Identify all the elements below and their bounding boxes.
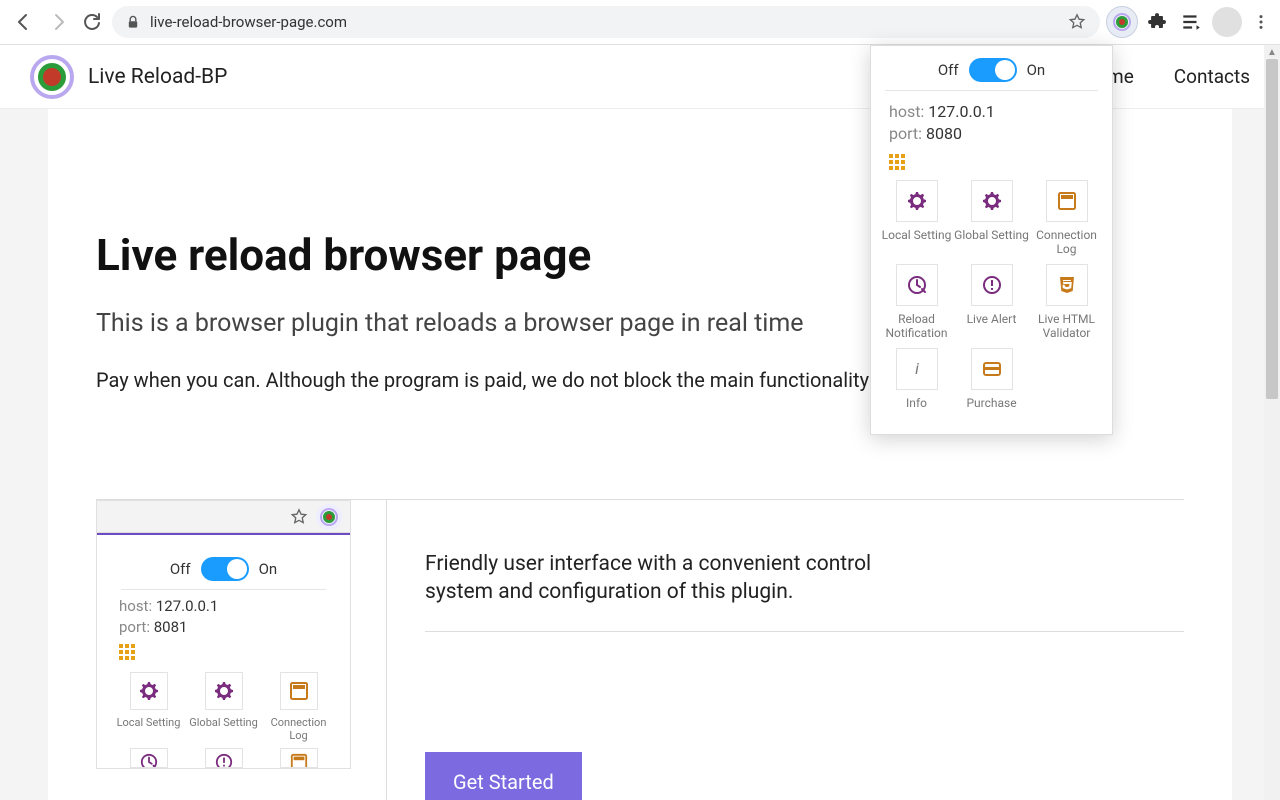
tile-global-setting[interactable]: Global Setting [954, 180, 1029, 256]
popup-off-label: Off [938, 61, 959, 79]
tile-connection-log[interactable]: Connection Log [1029, 180, 1104, 256]
url-text: live-reload-browser-page.com [150, 13, 347, 31]
scrollbar[interactable]: ▲ [1264, 45, 1280, 800]
apps-grid-icon[interactable] [889, 154, 1112, 170]
card-icon [971, 348, 1013, 390]
brand-name: Live Reload-BP [88, 65, 227, 89]
mini-port-value: 8081 [154, 618, 188, 636]
tile-label: Live HTML Validator [1029, 312, 1104, 340]
tile-local-setting[interactable]: Local Setting [111, 672, 186, 744]
extension-active-icon[interactable] [1106, 6, 1138, 38]
host-value: 127.0.0.1 [928, 102, 995, 121]
port-value: 8080 [926, 124, 962, 143]
brand-logo-icon [30, 55, 74, 99]
clock-icon[interactable] [130, 748, 168, 768]
tile-label: Reload Notification [879, 312, 954, 340]
panel-icon [280, 672, 318, 710]
mini-grid-icon[interactable] [119, 644, 340, 660]
bookmark-star-icon[interactable] [1068, 13, 1086, 31]
tile-label: Global Setting [954, 228, 1029, 256]
html5-icon [1046, 264, 1088, 306]
gear-icon [205, 672, 243, 710]
alert-icon[interactable] [205, 748, 243, 768]
mini-ext-icon [316, 504, 342, 530]
nav-contacts[interactable]: Contacts [1174, 65, 1250, 88]
mini-host-value: 127.0.0.1 [156, 597, 218, 615]
feature-text: Friendly user interface with a convenien… [425, 550, 905, 607]
profile-avatar[interactable] [1212, 7, 1242, 37]
reading-list-icon[interactable] [1180, 11, 1202, 33]
get-started-button[interactable]: Get Started [425, 752, 582, 800]
tile-reload-notification[interactable]: Reload Notification [879, 264, 954, 340]
panel-icon [1046, 180, 1088, 222]
clock-icon [896, 264, 938, 306]
mini-off-label: Off [170, 560, 191, 578]
mini-on-label: On [259, 560, 278, 578]
address-bar[interactable]: live-reload-browser-page.com [112, 6, 1100, 38]
forward-button[interactable] [44, 8, 72, 36]
gear-icon [896, 180, 938, 222]
mini-port-label: port: [119, 618, 150, 636]
reload-button[interactable] [78, 8, 106, 36]
tile-live-html-validator[interactable]: Live HTML Validator [1029, 264, 1104, 340]
info-icon [896, 348, 938, 390]
brand[interactable]: Live Reload-BP [30, 55, 227, 99]
scroll-thumb[interactable] [1266, 59, 1278, 399]
tile-label: Connection Log [261, 716, 336, 744]
back-button[interactable] [10, 8, 38, 36]
mini-host-label: host: [119, 597, 152, 615]
feature-screenshot: Off On host: 127.0.0.1 port: 8081 Local … [96, 499, 386, 800]
browser-toolbar: live-reload-browser-page.com [0, 0, 1280, 45]
gear-icon [971, 180, 1013, 222]
alert-icon [971, 264, 1013, 306]
tile-connection-log[interactable]: Connection Log [261, 672, 336, 744]
tile-label: Live Alert [967, 312, 1017, 340]
tile-local-setting[interactable]: Local Setting [879, 180, 954, 256]
host-label: host: [889, 102, 924, 121]
scroll-up-icon[interactable]: ▲ [1264, 45, 1280, 59]
extension-popup: Off On host: 127.0.0.1 port: 8080 Local … [870, 45, 1113, 435]
tile-label: Info [906, 396, 927, 424]
tile-label: Connection Log [1029, 228, 1104, 256]
tile-label: Global Setting [189, 716, 258, 744]
tile-label: Local Setting [117, 716, 181, 744]
tile-info[interactable]: Info [879, 348, 954, 424]
port-label: port: [889, 124, 922, 143]
tile-label: Local Setting [882, 228, 952, 256]
tile-global-setting[interactable]: Global Setting [186, 672, 261, 744]
menu-icon[interactable] [1252, 13, 1270, 31]
panel-icon[interactable] [280, 748, 318, 768]
tile-live-alert[interactable]: Live Alert [954, 264, 1029, 340]
lock-icon [126, 15, 140, 29]
power-toggle[interactable] [969, 58, 1017, 82]
extensions-icon[interactable] [1148, 11, 1170, 33]
mini-toggle[interactable] [201, 557, 249, 581]
tile-label: Purchase [966, 396, 1016, 424]
gear-icon [130, 672, 168, 710]
tile-purchase[interactable]: Purchase [954, 348, 1029, 424]
mini-star-icon [290, 508, 308, 526]
popup-on-label: On [1027, 61, 1046, 79]
